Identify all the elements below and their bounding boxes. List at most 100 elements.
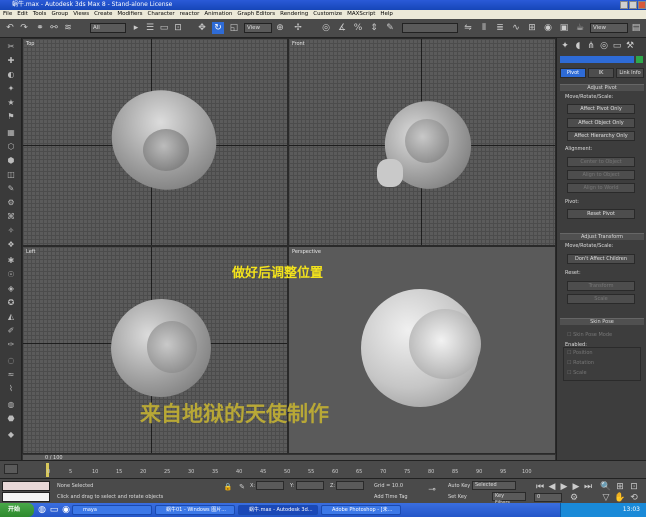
dont-affect-children-button[interactable]: Don't Affect Children — [567, 254, 635, 264]
mini-curve-editor-icon[interactable] — [4, 464, 18, 474]
adjust-pivot-rollout[interactable]: Adjust Pivot — [560, 84, 644, 91]
material-editor-icon[interactable]: ◉ — [542, 22, 554, 34]
snail-body-mesh[interactable] — [377, 159, 403, 187]
set-key-button[interactable]: Set Key — [448, 494, 467, 500]
named-selection-dropdown[interactable] — [402, 23, 458, 33]
rotate-icon[interactable]: ↻ — [212, 22, 224, 34]
tool-icon[interactable]: ◍ — [5, 400, 17, 409]
menu-tools[interactable]: Tools — [33, 10, 47, 19]
scale-checkbox[interactable]: ☐ Scale — [567, 370, 587, 376]
position-checkbox[interactable]: ☐ Position — [567, 350, 593, 356]
menu-group[interactable]: Group — [51, 10, 68, 19]
angle-snap-icon[interactable]: ∡ — [336, 22, 348, 34]
mirror-icon[interactable]: ⇋ — [462, 22, 474, 34]
tab-pivot[interactable]: Pivot — [560, 68, 586, 78]
tool-icon[interactable]: ⬡ — [5, 142, 17, 151]
curve-editor-icon[interactable]: ∿ — [510, 22, 522, 34]
redo-icon[interactable]: ↷ — [18, 22, 30, 34]
tool-icon[interactable]: ✧ — [5, 226, 17, 235]
viewport-label[interactable]: Front — [292, 41, 305, 47]
menu-edit[interactable]: Edit — [17, 10, 28, 19]
tool-icon[interactable]: ☉ — [5, 270, 17, 279]
color-swatch[interactable] — [636, 56, 643, 63]
affect-pivot-only-button[interactable]: Affect Pivot Only — [567, 104, 635, 114]
tool-icon[interactable]: ⌇ — [5, 384, 17, 393]
reference-coordinate-dropdown[interactable]: View — [244, 23, 272, 33]
tool-icon[interactable]: ⬢ — [5, 156, 17, 165]
tool-icon[interactable]: ◫ — [5, 170, 17, 179]
schematic-view-icon[interactable]: ⊞ — [526, 22, 538, 34]
menu-rendering[interactable]: Rendering — [280, 10, 308, 19]
render-last-icon[interactable]: ▤ — [630, 22, 642, 34]
snap-toggle-icon[interactable]: ◎ — [320, 22, 332, 34]
lock-selection-icon[interactable]: 🔒 — [222, 481, 234, 493]
tab-ik[interactable]: IK — [588, 68, 614, 78]
rotation-checkbox[interactable]: ☐ Rotation — [567, 360, 594, 366]
menu-file[interactable]: File — [3, 10, 12, 19]
previous-frame-icon[interactable]: ◀ — [546, 481, 558, 493]
percent-snap-icon[interactable]: % — [352, 22, 364, 34]
tool-icon[interactable]: ★ — [5, 98, 17, 107]
select-object-icon[interactable]: ▸ — [130, 22, 142, 34]
selection-filter-dropdown[interactable]: All — [90, 23, 126, 33]
minimize-button[interactable] — [620, 1, 628, 9]
go-to-end-icon[interactable]: ⏭ — [582, 481, 594, 493]
menu-help[interactable]: Help — [380, 10, 393, 19]
align-to-object-button[interactable]: Align to Object — [567, 170, 635, 180]
modify-tab-icon[interactable]: ◖ — [572, 40, 584, 52]
move-icon[interactable]: ✥ — [196, 22, 208, 34]
tool-icon[interactable]: ✚ — [5, 56, 17, 65]
taskbar-item-maya[interactable]: maya — [72, 505, 152, 515]
tool-icon[interactable]: ⚑ — [5, 112, 17, 121]
menu-views[interactable]: Views — [73, 10, 89, 19]
key-filters-button[interactable]: Key Filters... — [492, 492, 526, 506]
tool-icon[interactable]: ◭ — [5, 312, 17, 321]
tool-icon[interactable]: ⌘ — [5, 212, 17, 221]
tool-icon[interactable]: ✑ — [5, 340, 17, 349]
menu-create[interactable]: Create — [94, 10, 112, 19]
edit-named-selection-icon[interactable]: ✎ — [384, 22, 396, 34]
name-field[interactable] — [560, 56, 634, 63]
tool-icon[interactable]: ◌ — [5, 356, 17, 365]
window-crossing-icon[interactable]: ⊡ — [172, 22, 184, 34]
maximize-button[interactable] — [629, 1, 637, 9]
tool-icon[interactable]: ✦ — [5, 84, 17, 93]
go-to-start-icon[interactable]: ⏮ — [534, 481, 546, 493]
absolute-mode-icon[interactable]: ✎ — [236, 481, 248, 493]
affect-hierarchy-only-button[interactable]: Affect Hierarchy Only — [567, 131, 635, 141]
taskbar-item-3dsmax[interactable]: 蜗牛.max - Autodesk 3d... — [238, 505, 318, 515]
reset-scale-button[interactable]: Scale — [567, 294, 635, 304]
motion-tab-icon[interactable]: ◎ — [598, 40, 610, 52]
link-icon[interactable]: ⚭ — [34, 22, 46, 34]
center-to-object-button[interactable]: Center to Object — [567, 157, 635, 167]
bind-space-warp-icon[interactable]: ≋ — [62, 22, 74, 34]
align-icon[interactable]: ⫴ — [478, 22, 490, 34]
maxscript-output-field[interactable] — [2, 492, 50, 502]
maxscript-listener-field[interactable] — [2, 481, 50, 491]
z-coordinate-field[interactable] — [336, 481, 364, 490]
pivot-center-icon[interactable]: ⊕ — [274, 22, 286, 34]
menu-customize[interactable]: Customize — [313, 10, 342, 19]
key-mode-icon[interactable]: ⊸ — [426, 484, 438, 496]
layer-manager-icon[interactable]: ≣ — [494, 22, 506, 34]
render-type-dropdown[interactable]: View — [590, 23, 628, 33]
skin-pose-rollout[interactable]: Skin Pose — [560, 318, 644, 325]
tool-icon[interactable]: ⬣ — [5, 414, 17, 423]
taskbar-item-photoshop[interactable]: Adobe Photoshop - [未... — [321, 505, 401, 515]
unlink-icon[interactable]: ⚯ — [48, 22, 60, 34]
skin-pose-mode-checkbox[interactable]: ☐ Skin Pose Mode — [567, 332, 612, 338]
menu-maxscript[interactable]: MAXScript — [347, 10, 375, 19]
tool-icon[interactable]: ✱ — [5, 256, 17, 265]
select-manipulate-icon[interactable]: ✢ — [292, 22, 304, 34]
hierarchy-tab-icon[interactable]: ⋔ — [585, 40, 597, 52]
tool-icon[interactable]: ❖ — [5, 240, 17, 249]
tool-icon[interactable]: ◐ — [5, 70, 17, 79]
y-coordinate-field[interactable] — [296, 481, 324, 490]
quick-launch-ie-icon[interactable]: ◍ — [36, 504, 48, 516]
viewport-top[interactable]: Top — [22, 38, 288, 246]
viewport-label[interactable]: Left — [26, 249, 35, 255]
tool-icon[interactable]: ◈ — [5, 284, 17, 293]
menu-modifiers[interactable]: Modifiers — [117, 10, 142, 19]
undo-icon[interactable]: ↶ — [4, 22, 16, 34]
reset-transform-button[interactable]: Transform — [567, 281, 635, 291]
